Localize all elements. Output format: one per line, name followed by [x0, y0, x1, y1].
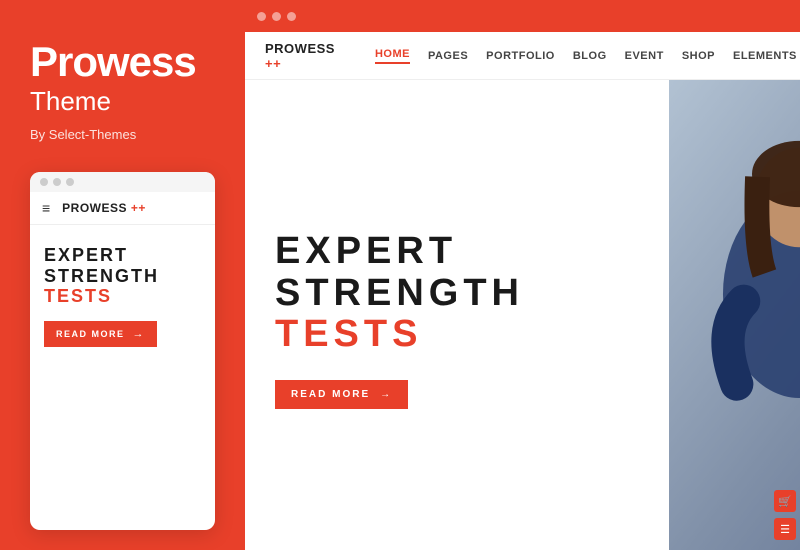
browser-nav: PROWESS ++ HOME PAGES PORTFOLIO BLOG EVE…	[245, 32, 800, 80]
mobile-dot-1	[40, 178, 48, 186]
hero-photo	[669, 80, 800, 550]
by-line: By Select-Themes	[30, 127, 215, 142]
left-panel: Prowess Theme By Select-Themes ≡ PROWESS…	[0, 0, 245, 550]
theme-title: Prowess Theme	[30, 40, 215, 117]
mobile-read-more-button[interactable]: READ MORE →	[44, 321, 157, 347]
woman-figure	[669, 80, 800, 550]
browser-dot-2	[272, 12, 281, 21]
float-list-icon[interactable]: ☰	[774, 518, 796, 540]
mobile-logo-plus: ++	[131, 201, 146, 215]
mobile-preview-card: ≡ PROWESS ++ EXPERT STRENGTH TESTS READ …	[30, 172, 215, 530]
hero-read-more-button[interactable]: READ MORE →	[275, 380, 408, 409]
nav-pages[interactable]: PAGES	[428, 50, 468, 62]
mobile-dot-2	[53, 178, 61, 186]
nav-portfolio[interactable]: PORTFOLIO	[486, 50, 555, 62]
hero-title: EXPERT STRENGTH TESTS	[275, 231, 639, 356]
hero-area: EXPERT STRENGTH TESTS READ MORE →	[245, 80, 800, 550]
nav-home[interactable]: HOME	[375, 48, 410, 64]
browser-dot-1	[257, 12, 266, 21]
mobile-nav: ≡ PROWESS ++	[30, 192, 215, 225]
browser-dot-3	[287, 12, 296, 21]
hero-arrow-icon: →	[380, 389, 392, 400]
float-cart-icon[interactable]: 🛒	[774, 490, 796, 512]
mobile-dot-3	[66, 178, 74, 186]
browser-content: PROWESS ++ HOME PAGES PORTFOLIO BLOG EVE…	[245, 32, 800, 550]
mobile-hero-title: EXPERT STRENGTH TESTS	[44, 245, 201, 307]
right-panel: PROWESS ++ HOME PAGES PORTFOLIO BLOG EVE…	[245, 0, 800, 550]
nav-elements[interactable]: ELEMENTS	[733, 50, 797, 62]
float-icons: 🛒 ☰	[774, 490, 796, 540]
nav-links: HOME PAGES PORTFOLIO BLOG EVENT SHOP ELE…	[375, 48, 797, 64]
nav-blog[interactable]: BLOG	[573, 50, 607, 62]
hero-photo-panel	[669, 80, 800, 550]
nav-event[interactable]: EVENT	[625, 50, 664, 62]
browser-chrome	[245, 0, 800, 32]
mobile-arrow-icon: →	[133, 328, 146, 340]
nav-shop[interactable]: SHOP	[682, 50, 715, 62]
mobile-card-bar	[30, 172, 215, 192]
mobile-hero: EXPERT STRENGTH TESTS READ MORE →	[30, 225, 215, 361]
browser-logo-plus: ++	[265, 56, 281, 71]
mobile-logo: PROWESS ++	[62, 201, 146, 215]
browser-logo: PROWESS ++	[265, 41, 335, 71]
hamburger-icon: ≡	[42, 200, 50, 216]
hero-left: EXPERT STRENGTH TESTS READ MORE →	[245, 80, 669, 550]
